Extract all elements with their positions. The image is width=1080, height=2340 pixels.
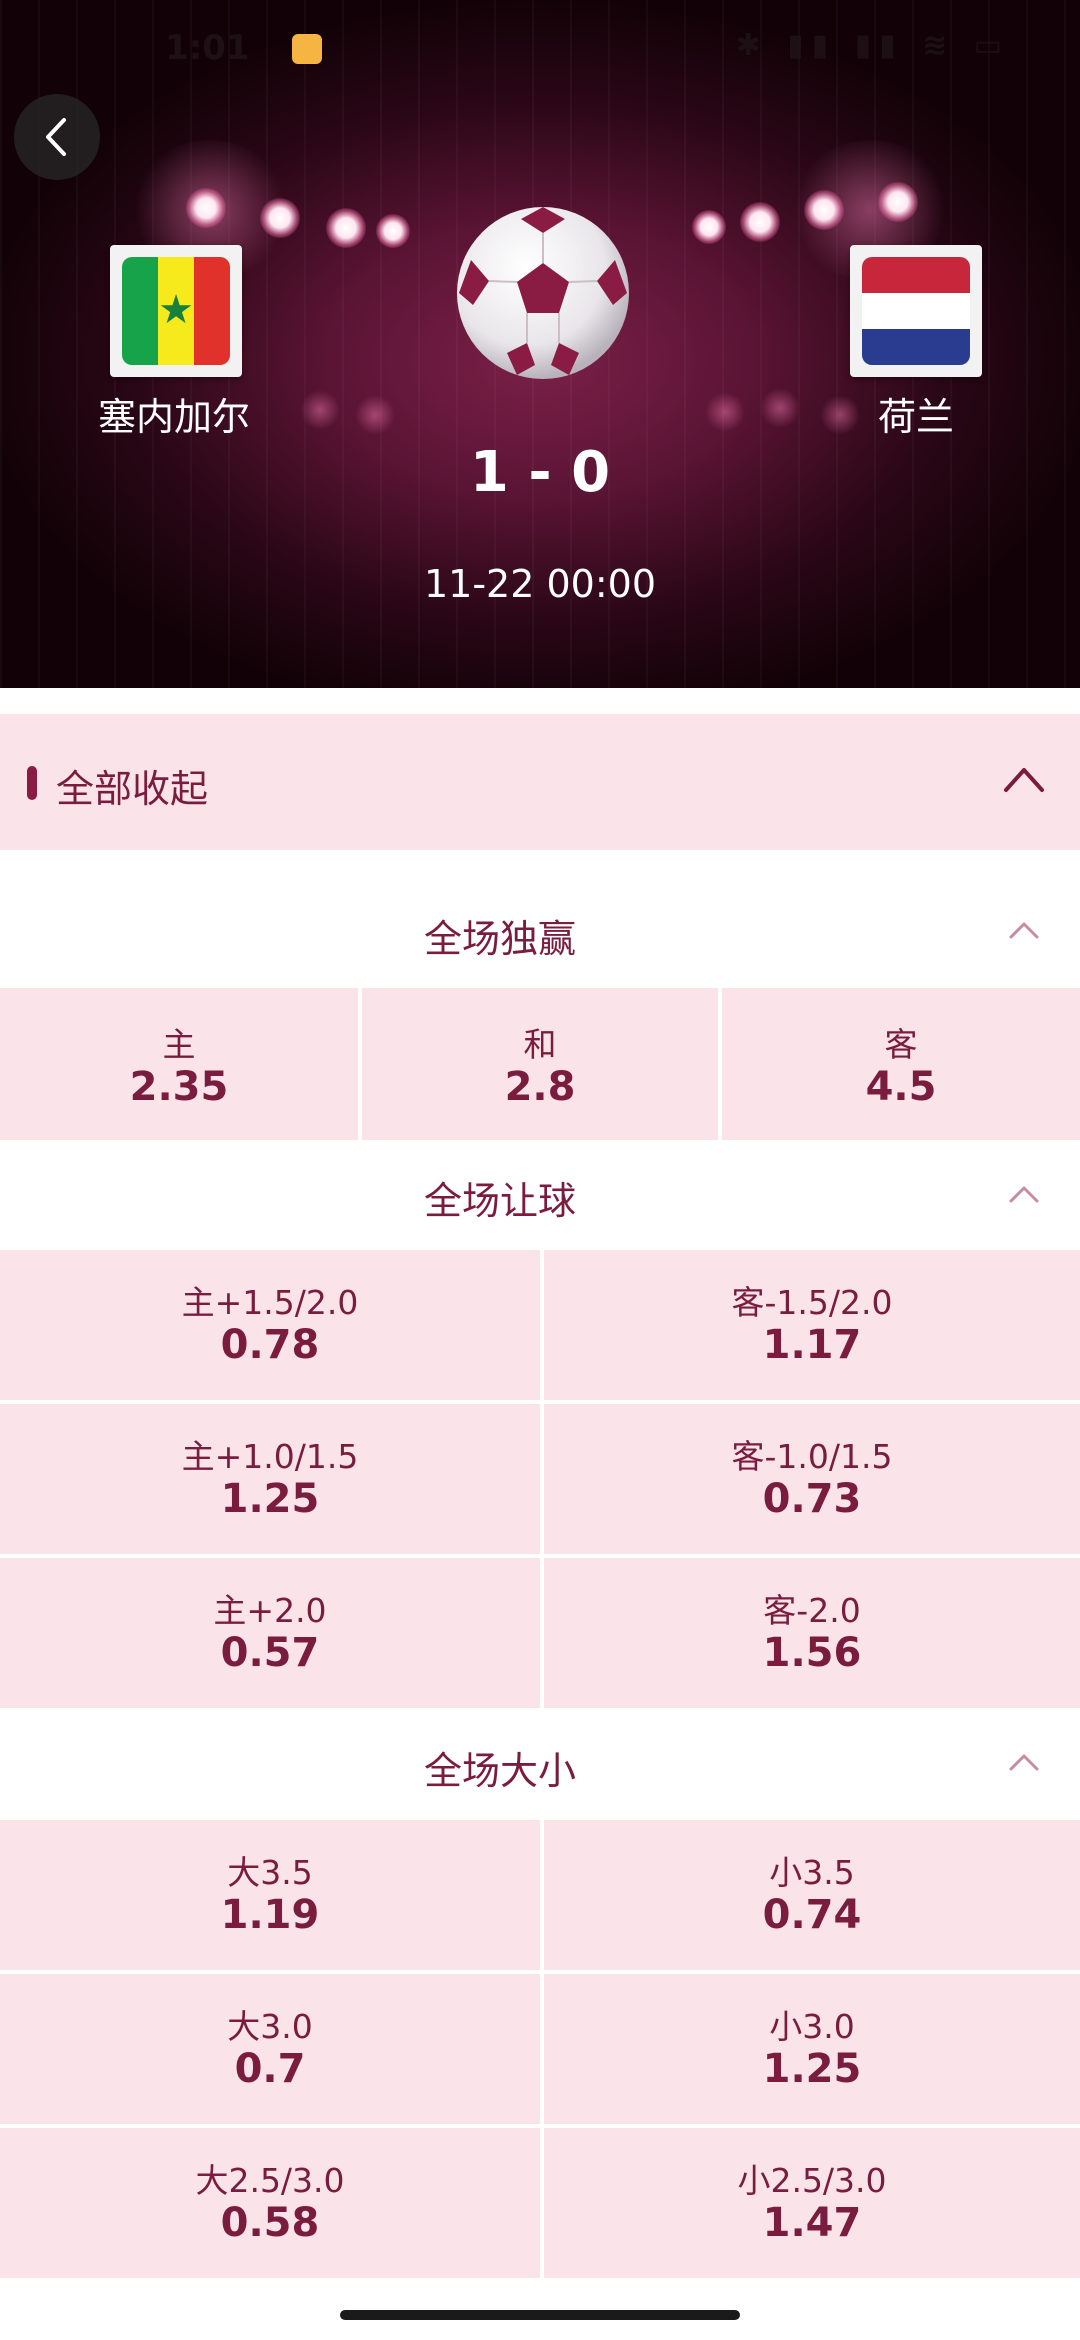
section-header-win[interactable]: 全场独赢 — [0, 874, 1080, 986]
odds-label: 小2.5/3.0 — [737, 2161, 887, 2200]
stadium-light — [878, 182, 918, 222]
stadium-light — [376, 214, 410, 248]
odds-label: 客-1.5/2.0 — [731, 1283, 893, 1322]
section-title: 全场大小 — [423, 1749, 576, 1793]
odds-value: 1.25 — [762, 2046, 862, 2092]
stadium-light — [326, 208, 366, 248]
odds-label: 客 — [884, 1025, 918, 1064]
senegal-flag-icon: ★ — [122, 257, 230, 365]
odds-value: 0.7 — [234, 2046, 306, 2092]
odds-value: 1.47 — [762, 2200, 862, 2246]
status-icons: ✱ ▮▮ ▮▮ ≋ ▭ — [735, 28, 1010, 63]
stadium-light-glow — [355, 395, 395, 435]
soccer-ball-icon — [457, 207, 629, 379]
odds-label: 小3.0 — [769, 2007, 855, 2046]
stadium-light — [186, 188, 226, 228]
away-team-name: 荷兰 — [878, 395, 955, 439]
odds-value: 1.56 — [762, 1630, 862, 1676]
home-indicator[interactable] — [340, 2310, 740, 2320]
stadium-light — [692, 210, 726, 244]
odds-cell[interactable]: 小3.5 0.74 — [544, 1820, 1080, 1970]
odds-cell-draw[interactable]: 和 2.8 — [362, 988, 718, 1140]
stadium-light-glow — [705, 392, 745, 432]
stadium-light-glow — [760, 388, 800, 428]
odds-value: 1.19 — [220, 1892, 320, 1938]
odds-cell[interactable]: 客-2.0 1.56 — [544, 1558, 1080, 1708]
odds-cell-home[interactable]: 主 2.35 — [0, 988, 358, 1140]
odds-cell[interactable]: 大2.5/3.0 0.58 — [0, 2128, 540, 2278]
netherlands-flag-icon — [862, 257, 970, 365]
odds-label: 大2.5/3.0 — [195, 2161, 345, 2200]
match-score: 1 - 0 — [469, 440, 611, 505]
odds-cell[interactable]: 小3.0 1.25 — [544, 1974, 1080, 2124]
collapse-all-label: 全部收起 — [56, 767, 209, 811]
back-button[interactable] — [14, 94, 100, 180]
home-team-flag: ★ — [110, 245, 242, 377]
odds-label: 主+1.5/2.0 — [181, 1283, 359, 1322]
odds-value: 0.78 — [220, 1322, 320, 1368]
section-marker — [27, 766, 37, 800]
stadium-light-glow — [300, 390, 340, 430]
chevron-up-icon — [1009, 922, 1039, 939]
odds-value: 1.17 — [762, 1322, 862, 1368]
chevron-left-icon — [46, 118, 66, 156]
status-time: 1:01 — [165, 28, 250, 68]
odds-value: 0.73 — [762, 1476, 862, 1522]
odds-value: 4.5 — [865, 1064, 937, 1110]
stadium-light-glow — [820, 395, 860, 435]
odds-label: 主+2.0 — [213, 1591, 327, 1630]
odds-value: 0.58 — [220, 2200, 320, 2246]
home-team-name: 塞内加尔 — [98, 395, 251, 439]
section-title: 全场独赢 — [423, 917, 576, 961]
odds-label: 小3.5 — [769, 1853, 855, 1892]
stadium-light — [740, 202, 780, 242]
stadium-light — [804, 190, 844, 230]
odds-label: 客-1.0/1.5 — [731, 1437, 893, 1476]
odds-value: 2.35 — [129, 1064, 229, 1110]
chevron-up-icon — [1004, 768, 1044, 792]
odds-label: 主 — [162, 1025, 196, 1064]
section-header-handicap[interactable]: 全场让球 — [0, 1140, 1080, 1248]
odds-label: 主+1.0/1.5 — [181, 1437, 359, 1476]
collapse-all-bar[interactable]: 全部收起 — [0, 714, 1080, 850]
notification-app-icon — [292, 34, 322, 64]
odds-label: 大3.5 — [227, 1853, 313, 1892]
odds-cell[interactable]: 主+1.0/1.5 1.25 — [0, 1404, 540, 1554]
odds-label: 客-2.0 — [763, 1591, 861, 1630]
chevron-up-icon — [1009, 1186, 1039, 1203]
away-team-flag — [850, 245, 982, 377]
status-bar: 1:01 ✱ ▮▮ ▮▮ ≋ ▭ — [0, 0, 1080, 95]
odds-label: 和 — [523, 1025, 557, 1064]
odds-cell[interactable]: 主+2.0 0.57 — [0, 1558, 540, 1708]
odds-value: 1.25 — [220, 1476, 320, 1522]
odds-cell[interactable]: 客-1.5/2.0 1.17 — [544, 1250, 1080, 1400]
odds-label: 大3.0 — [227, 2007, 313, 2046]
odds-value: 0.74 — [762, 1892, 862, 1938]
match-datetime: 11-22 00:00 — [423, 562, 656, 606]
odds-cell[interactable]: 大3.5 1.19 — [0, 1820, 540, 1970]
chevron-up-icon — [1009, 1754, 1039, 1771]
odds-cell[interactable]: 小2.5/3.0 1.47 — [544, 2128, 1080, 2278]
match-header: 1:01 ✱ ▮▮ ▮▮ ≋ ▭ ★ 塞内加尔 荷兰 1 - 0 11-22 0… — [0, 0, 1080, 688]
odds-cell[interactable]: 大3.0 0.7 — [0, 1974, 540, 2124]
section-title: 全场让球 — [423, 1179, 576, 1223]
odds-cell[interactable]: 主+1.5/2.0 0.78 — [0, 1250, 540, 1400]
section-header-totals[interactable]: 全场大小 — [0, 1708, 1080, 1818]
stadium-light — [260, 198, 300, 238]
odds-cell[interactable]: 客-1.0/1.5 0.73 — [544, 1404, 1080, 1554]
odds-cell-away[interactable]: 客 4.5 — [722, 988, 1080, 1140]
odds-value: 0.57 — [220, 1630, 320, 1676]
odds-value: 2.8 — [504, 1064, 576, 1110]
